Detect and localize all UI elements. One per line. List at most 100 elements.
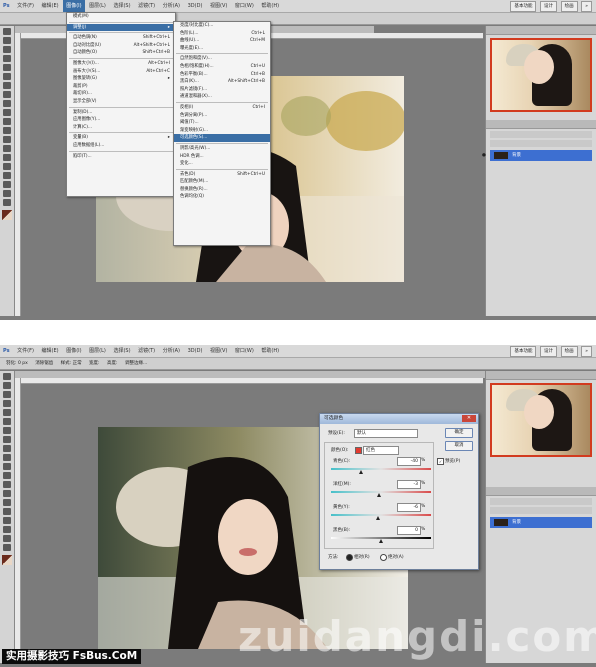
antialias-checkbox[interactable]: 消除锯齿 xyxy=(35,361,53,366)
image-menu-item[interactable]: 应用数据组(L)... xyxy=(67,142,175,150)
adjust-menu-item[interactable]: 色彩平衡(B)... Ctrl+B xyxy=(174,71,270,79)
color-swatches-icon[interactable] xyxy=(2,555,12,565)
height-field[interactable]: 高度: xyxy=(107,361,118,366)
adjust-menu-item[interactable]: HDR 色调... xyxy=(174,153,270,161)
navigator-thumbnail[interactable] xyxy=(490,383,592,457)
menu-filter[interactable]: 滤镜(T) xyxy=(135,0,158,12)
move-tool-icon[interactable] xyxy=(3,28,11,35)
image-menu-item[interactable]: 图像旋转(G) ▸ xyxy=(67,75,175,83)
menu-file[interactable]: 文件(F) xyxy=(14,0,37,12)
layer-row-background[interactable]: 背景 xyxy=(490,517,592,528)
dodge-tool-icon[interactable] xyxy=(3,490,11,497)
workspace-more-button[interactable]: » xyxy=(581,1,592,12)
adjust-menu-item[interactable]: 通道混和器(X)... xyxy=(174,93,270,101)
adjust-menu-item[interactable]: 曲线(U)... Ctrl+M xyxy=(174,37,270,45)
slider-track-magenta[interactable] xyxy=(331,491,431,493)
gradient-tool-icon[interactable] xyxy=(3,127,11,134)
image-menu-item[interactable]: 裁剪(P) xyxy=(67,83,175,91)
image-menu-item[interactable]: 图像大小(I)... Alt+Ctrl+I xyxy=(67,60,175,68)
eraser-tool-icon[interactable] xyxy=(3,463,11,470)
brush-tool-icon[interactable] xyxy=(3,436,11,443)
menu-select[interactable]: 选择(S) xyxy=(110,345,133,357)
slider-value-magenta[interactable]: -3 xyxy=(397,480,421,489)
eye-icon[interactable]: ● xyxy=(482,150,486,161)
gradient-tool-icon[interactable] xyxy=(3,472,11,479)
radio-relative-icon[interactable] xyxy=(346,554,353,561)
adjust-menu-item[interactable]: 替换颜色(R)... xyxy=(174,186,270,194)
ok-button[interactable]: 确定 xyxy=(445,428,473,438)
menu-layer[interactable]: 图层(L) xyxy=(86,345,109,357)
pen-tool-icon[interactable] xyxy=(3,499,11,506)
menu-view[interactable]: 视图(V) xyxy=(207,0,230,12)
zoom-tool-icon[interactable] xyxy=(3,199,11,206)
menu-3d[interactable]: 3D(D) xyxy=(185,345,206,357)
adjust-menu-item[interactable]: 色调分离(P)... xyxy=(174,112,270,120)
adjust-menu-item[interactable]: 自然饱和度(V)... xyxy=(174,55,270,63)
menu-analysis[interactable]: 分析(A) xyxy=(160,0,183,12)
ps-logo-icon[interactable]: Ps xyxy=(0,0,13,12)
layers-lock-row[interactable] xyxy=(490,507,592,514)
adjust-menu-item-selective-color[interactable]: 可选颜色(S)... xyxy=(174,134,270,142)
lasso-tool-icon[interactable] xyxy=(3,391,11,398)
navigator-thumbnail[interactable] xyxy=(490,38,592,112)
workspace-design-button[interactable]: 设计 xyxy=(540,1,558,12)
slider-track-yellow[interactable] xyxy=(331,514,431,516)
preview-checkbox[interactable]: ✓ xyxy=(437,458,444,465)
path-select-icon[interactable] xyxy=(3,172,11,179)
eraser-tool-icon[interactable] xyxy=(3,118,11,125)
stamp-tool-icon[interactable] xyxy=(3,445,11,452)
eyedropper-tool-icon[interactable] xyxy=(3,73,11,80)
menu-analysis[interactable]: 分析(A) xyxy=(160,345,183,357)
feather-field[interactable]: 羽化: 0 px xyxy=(6,361,28,366)
adjust-menu-item[interactable]: 反相(I) Ctrl+I xyxy=(174,104,270,112)
preset-select[interactable]: 默认 xyxy=(354,429,418,438)
path-select-icon[interactable] xyxy=(3,517,11,524)
slider-value-yellow[interactable]: -6 xyxy=(397,503,421,512)
adjust-menu-item[interactable]: 变化... xyxy=(174,160,270,168)
menu-view[interactable]: 视图(V) xyxy=(207,345,230,357)
lasso-tool-icon[interactable] xyxy=(3,46,11,53)
slider-value-cyan[interactable]: -40 xyxy=(397,457,421,466)
adjust-menu-item[interactable]: 色调均化(Q) xyxy=(174,193,270,201)
type-tool-icon[interactable] xyxy=(3,508,11,515)
move-tool-icon[interactable] xyxy=(3,373,11,380)
menu-window[interactable]: 窗口(W) xyxy=(232,345,257,357)
workspace-paint-button[interactable]: 绘画 xyxy=(560,346,578,357)
marquee-tool-icon[interactable] xyxy=(3,382,11,389)
dodge-tool-icon[interactable] xyxy=(3,145,11,152)
adjust-menu-item[interactable]: 阴影/高光(W)... xyxy=(174,145,270,153)
crop-tool-icon[interactable] xyxy=(3,409,11,416)
layers-blend-mode[interactable] xyxy=(490,498,592,505)
magic-wand-tool-icon[interactable] xyxy=(3,55,11,62)
brush-tool-icon[interactable] xyxy=(3,91,11,98)
slider-knob[interactable] xyxy=(376,516,380,520)
slider-knob[interactable] xyxy=(377,493,381,497)
menu-edit[interactable]: 编辑(E) xyxy=(39,0,62,12)
zoom-tool-icon[interactable] xyxy=(3,544,11,551)
image-menu-item[interactable]: 计算(C)... xyxy=(67,124,175,132)
color-swatches-icon[interactable] xyxy=(2,210,12,220)
blur-tool-icon[interactable] xyxy=(3,481,11,488)
stamp-tool-icon[interactable] xyxy=(3,100,11,107)
menu-image[interactable]: 图像(I) xyxy=(63,345,84,357)
workspace-more-button[interactable]: » xyxy=(581,346,592,357)
workspace-design-button[interactable]: 设计 xyxy=(540,346,558,357)
marquee-tool-icon[interactable] xyxy=(3,37,11,44)
image-menu-item[interactable]: 模式(M) xyxy=(67,13,175,21)
workspace-paint-button[interactable]: 绘画 xyxy=(560,1,578,12)
adjust-menu-item[interactable]: 色相/饱和度(H)... Ctrl+U xyxy=(174,63,270,71)
image-menu-item[interactable]: 应用图像(Y)... xyxy=(67,116,175,124)
cancel-button[interactable]: 取消 xyxy=(445,441,473,451)
adjust-menu-item[interactable]: 色阶(L)... Ctrl+L xyxy=(174,30,270,38)
style-select[interactable]: 样式: 正常 xyxy=(61,361,82,366)
adjust-menu-item[interactable]: 曝光度(E)... xyxy=(174,45,270,53)
adjust-menu-item[interactable]: 去色(D) Shift+Ctrl+U xyxy=(174,171,270,179)
refine-edge-button[interactable]: 调整边缘... xyxy=(125,361,147,366)
menu-edit[interactable]: 编辑(E) xyxy=(39,345,62,357)
bottom-document-tab[interactable] xyxy=(15,371,487,378)
menu-image[interactable]: 图像(I) xyxy=(63,0,85,12)
image-menu-item[interactable]: 裁切(R)... xyxy=(67,90,175,98)
hand-tool-icon[interactable] xyxy=(3,535,11,542)
menu-layer[interactable]: 图层(L) xyxy=(86,0,109,12)
width-field[interactable]: 宽度: xyxy=(89,361,100,366)
